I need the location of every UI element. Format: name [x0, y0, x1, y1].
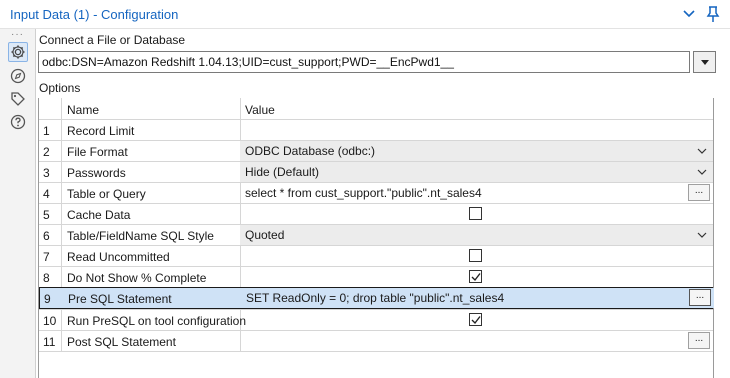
option-name: Passwords	[67, 166, 126, 180]
option-name: Run PreSQL on tool configuration	[67, 314, 246, 328]
column-header-name: Name	[67, 103, 100, 117]
row-number: 4	[43, 187, 50, 201]
option-value: Quoted	[245, 228, 285, 242]
help-icon[interactable]	[9, 113, 27, 131]
option-value: Hide (Default)	[245, 165, 320, 179]
edit-pre-sql-button[interactable]: ...	[689, 289, 711, 306]
chevron-down-icon[interactable]	[697, 167, 707, 177]
edit-post-sql-button[interactable]: ...	[688, 332, 710, 349]
row-number: 6	[43, 229, 50, 243]
row-number: 5	[43, 208, 50, 222]
window-title: Input Data (1) - Configuration	[10, 7, 179, 22]
option-name: Pre SQL Statement	[68, 292, 172, 306]
options-grid: Name Value 1 Record Limit 2 File Format …	[38, 98, 714, 378]
option-value-cell	[240, 310, 713, 330]
passwords-dropdown[interactable]: Hide (Default)	[240, 162, 713, 182]
grid-bottom-line	[39, 351, 713, 352]
option-name: Table or Query	[67, 187, 146, 201]
row-number: 8	[43, 271, 50, 285]
config-sidebar: ···	[0, 29, 36, 378]
chevron-down-icon[interactable]	[697, 146, 707, 156]
option-row[interactable]: 7 Read Uncommitted	[39, 245, 713, 266]
browse-query-button[interactable]: ...	[688, 184, 710, 201]
option-value: ODBC Database (odbc:)	[245, 144, 376, 158]
title-bar: Input Data (1) - Configuration	[0, 0, 730, 29]
file-format-dropdown[interactable]: ODBC Database (odbc:)	[240, 141, 713, 161]
pin-icon[interactable]	[706, 5, 720, 23]
option-name: Table/FieldName SQL Style	[67, 229, 214, 243]
option-row[interactable]: 8 Do Not Show % Complete	[39, 266, 713, 287]
row-number: 2	[43, 145, 50, 159]
compass-icon[interactable]	[9, 67, 27, 85]
option-value-cell	[240, 246, 713, 266]
option-row[interactable]: 1 Record Limit	[39, 119, 713, 140]
row-number: 7	[43, 250, 50, 264]
option-row[interactable]: 4 Table or Query select * from cust_supp…	[39, 182, 713, 203]
gear-icon[interactable]	[8, 42, 28, 62]
connection-dropdown-button[interactable]	[693, 51, 716, 73]
grid-header: Name Value	[39, 98, 713, 120]
option-name: File Format	[67, 145, 128, 159]
row-number: 1	[43, 124, 50, 138]
collapse-chevron-icon[interactable]	[682, 8, 696, 20]
option-name: Post SQL Statement	[67, 335, 176, 349]
run-presql-checkbox[interactable]	[469, 313, 482, 326]
option-name: Read Uncommitted	[67, 250, 170, 264]
sql-style-dropdown[interactable]: Quoted	[240, 225, 713, 245]
pre-sql-statement-field[interactable]: SET ReadOnly = 0; drop table "public".nt…	[241, 288, 714, 308]
option-name: Cache Data	[67, 208, 131, 222]
option-value: select * from cust_support."public".nt_s…	[245, 186, 482, 200]
do-not-show-complete-checkbox[interactable]	[469, 270, 482, 283]
connect-label: Connect a File or Database	[39, 33, 186, 47]
option-row-selected[interactable]: 9 Pre SQL Statement SET ReadOnly = 0; dr…	[39, 287, 714, 309]
table-or-query-field[interactable]: select * from cust_support."public".nt_s…	[240, 183, 713, 203]
more-dots-icon[interactable]: ···	[11, 30, 24, 40]
option-row[interactable]: 3 Passwords Hide (Default)	[39, 161, 713, 182]
option-row[interactable]: 2 File Format ODBC Database (odbc:)	[39, 140, 713, 161]
record-limit-field[interactable]	[240, 120, 713, 140]
option-row[interactable]: 6 Table/FieldName SQL Style Quoted	[39, 224, 713, 245]
cache-data-checkbox[interactable]	[469, 207, 482, 220]
chevron-down-icon[interactable]	[697, 230, 707, 240]
row-number: 11	[43, 335, 56, 349]
row-number: 9	[44, 292, 51, 306]
option-row[interactable]: 10 Run PreSQL on tool configuration	[39, 309, 713, 330]
checkmark-icon	[471, 273, 481, 282]
option-value-cell	[240, 267, 713, 287]
row-number: 10	[43, 314, 57, 328]
option-row[interactable]: 5 Cache Data	[39, 203, 713, 224]
option-value-cell	[240, 204, 713, 224]
option-value: SET ReadOnly = 0; drop table "public".nt…	[246, 291, 505, 305]
post-sql-statement-field[interactable]: ...	[240, 331, 713, 351]
tag-icon[interactable]	[9, 90, 27, 108]
option-name: Do Not Show % Complete	[67, 271, 207, 285]
read-uncommitted-checkbox[interactable]	[469, 249, 482, 262]
row-number: 3	[43, 166, 50, 180]
column-header-value: Value	[245, 103, 275, 117]
option-name: Record Limit	[67, 124, 135, 138]
option-row[interactable]: 11 Post SQL Statement ...	[39, 330, 713, 351]
options-label: Options	[39, 81, 81, 95]
connection-string-input[interactable]	[38, 51, 690, 73]
checkmark-icon	[471, 316, 481, 325]
